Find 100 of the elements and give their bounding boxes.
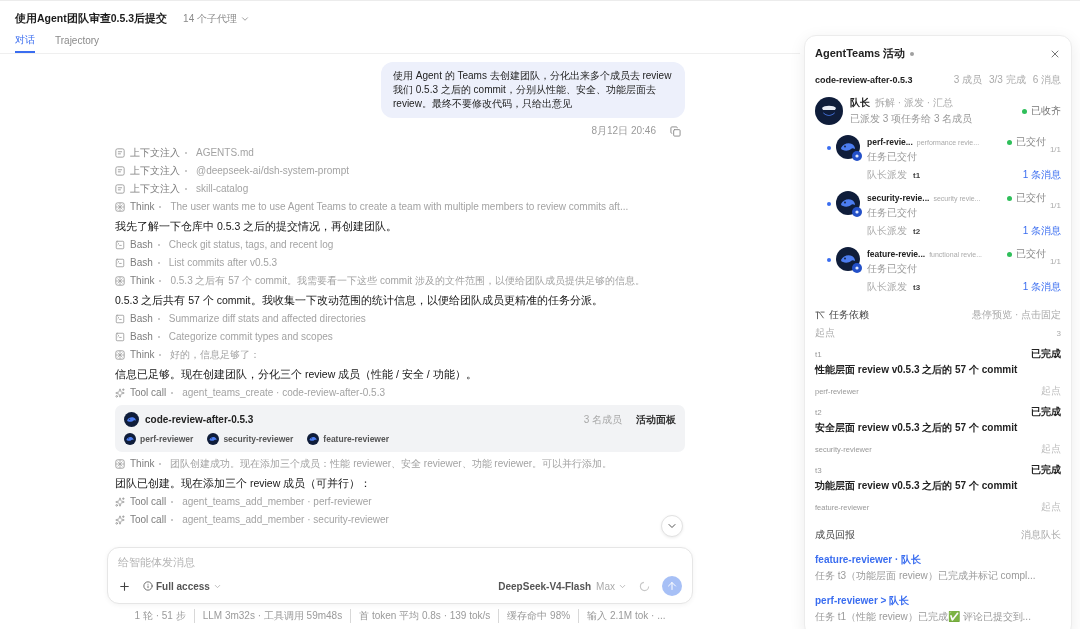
task-id: t2	[815, 407, 822, 417]
task-id: t2	[913, 226, 921, 236]
leader-summary: 已派发 3 项任务给 3 名成员	[850, 112, 974, 126]
avatar-icon	[836, 135, 862, 161]
team-stat: 3/3 完成	[988, 73, 1026, 87]
messages-link[interactable]: 1 条消息	[1022, 280, 1061, 294]
model-dropdown[interactable]: DeepSeek-V4-Flash Max	[498, 580, 627, 592]
step-label: Bash	[130, 256, 164, 269]
leader-role: 拆解 · 派发 · 汇总	[875, 96, 953, 110]
crossed-square-icon	[115, 201, 125, 212]
member-note: 任务已交付	[867, 262, 918, 276]
assigned-by: 队长派发	[867, 224, 907, 238]
status-dot-icon	[1006, 251, 1012, 257]
step-detail: skill-catalog	[196, 182, 249, 195]
status-dot-icon	[1006, 139, 1012, 145]
arrow-up-icon	[666, 580, 678, 592]
member-name: perf-reviewer	[140, 434, 194, 444]
avatar-icon	[836, 191, 862, 217]
avatar-icon	[836, 247, 862, 273]
avatar-icon	[124, 412, 139, 427]
progress-count: 1/1	[1049, 145, 1061, 154]
roots-count: 3	[1056, 328, 1061, 338]
terminal-icon	[115, 331, 125, 342]
messages-link[interactable]: 1 条消息	[1022, 168, 1061, 182]
task-status: 已完成	[1031, 347, 1061, 361]
assigned-by: 队长派发	[867, 280, 907, 294]
status-text: 已交付	[1015, 247, 1046, 261]
crossed-square-icon	[115, 275, 125, 286]
report-text: 任务 t1（性能 review）已完成✅ 评论已提交到...	[815, 610, 1032, 624]
branch-icon	[815, 310, 825, 320]
send-button[interactable]	[662, 576, 682, 596]
avatar-icon	[815, 97, 843, 125]
activity-panel-button[interactable]: 活动面板	[636, 412, 676, 427]
step-detail: 好的，信息足够了：	[170, 348, 261, 361]
step-label: Tool call	[130, 495, 178, 508]
step-label: 上下文注入	[130, 146, 191, 159]
step-label: 上下文注入	[130, 182, 191, 195]
step-detail: AGENTS.md	[196, 146, 254, 159]
roots-label: 起点	[815, 326, 835, 340]
member-note: 任务已交付	[867, 150, 918, 164]
team-name: code-review-after-0.5.3	[145, 414, 254, 425]
sparkle-icon	[115, 496, 125, 507]
access-dropdown[interactable]: Full access	[143, 580, 222, 592]
message-leader-button[interactable]: 消息队长	[1021, 528, 1061, 542]
task-id: t3	[913, 282, 921, 292]
report-route-link[interactable]: perf-reviewer > 队长	[815, 594, 910, 608]
step-label: Think	[130, 348, 166, 361]
crossed-square-icon	[115, 458, 125, 469]
member-name: perf-revie...	[867, 137, 913, 147]
section-title: 任务依赖	[829, 308, 869, 322]
step-detail: 团队创建成功。现在添加三个成员：性能 reviewer、安全 reviewer、功能 reviewer。可以并行添加。	[170, 457, 613, 470]
step-label: Bash	[130, 312, 164, 325]
message-input[interactable]: 给智能体发消息	[118, 556, 682, 568]
message-text: 团队已创建。现在添加三个 review 成员（可并行）：	[115, 476, 373, 490]
stat-text: 缓存命中 98%	[498, 609, 579, 623]
member-name: feature-reviewer	[323, 434, 389, 444]
report-route-link[interactable]: feature-reviewer · 队长	[815, 553, 922, 567]
add-button[interactable]	[118, 579, 131, 593]
report-text: 任务 t3（功能层面 review）已完成并标记 compl...	[815, 569, 1037, 583]
copy-icon[interactable]	[670, 125, 681, 137]
document-icon	[115, 147, 125, 158]
scroll-down-button[interactable]	[661, 515, 683, 537]
section-hint: 悬停预览 · 点击固定	[972, 308, 1061, 322]
message-text: 信息已足够。现在创建团队，分化三个 review 成员（性能 / 安全 / 功能）。	[115, 367, 478, 381]
tab[interactable]: Trajectory	[55, 31, 100, 53]
avatar-icon	[307, 433, 320, 445]
chevron-down-icon	[240, 14, 250, 24]
messages-link[interactable]: 1 条消息	[1022, 224, 1061, 238]
avatar-icon	[207, 433, 220, 445]
task-id: t1	[815, 349, 822, 359]
status-text: 已交付	[1015, 135, 1046, 149]
step-label: Think	[130, 274, 166, 287]
message-time: 8月12日 20:46	[591, 124, 656, 138]
task-title: 性能层面 review v0.5.3 之后的 57 个 commit	[815, 363, 1019, 377]
task-title: 功能层面 review v0.5.3 之后的 57 个 commit	[815, 479, 1019, 493]
subagents-button[interactable]: 14 个子代理	[183, 12, 250, 26]
status-text: 已收齐	[1031, 104, 1061, 118]
step-label: 上下文注入	[130, 164, 191, 177]
document-icon	[115, 183, 125, 194]
status-text: 已交付	[1015, 191, 1046, 205]
step-detail: agent_teams_add_member · perf-reviewer	[182, 495, 372, 508]
assigned-by: 队长派发	[867, 168, 907, 182]
status-dot-icon	[1006, 195, 1012, 201]
task-id: t3	[815, 465, 822, 475]
section-title: 成员回报	[815, 528, 855, 542]
team-name: code-review-after-0.5.3	[815, 75, 914, 85]
conversation-title: 使用Agent团队审查0.5.3后提交	[15, 12, 168, 26]
step-label: Tool call	[130, 386, 178, 399]
tab[interactable]: 对话	[15, 31, 35, 53]
message-text: 0.5.3 之后共有 57 个 commit。我收集一下改动范围的统计信息，以便给团队成员更精准的任务分派。	[115, 293, 604, 307]
step-label: Think	[130, 457, 166, 470]
status-dot-icon	[910, 51, 915, 56]
info-icon	[143, 581, 153, 591]
leader-name: 队长	[850, 96, 870, 110]
progress-count: 1/1	[1049, 201, 1061, 210]
terminal-icon	[115, 239, 125, 250]
task-id: t1	[913, 170, 921, 180]
document-icon	[115, 165, 125, 176]
step-detail: List commits after v0.5.3	[168, 256, 278, 269]
member-note: 任务已交付	[867, 206, 918, 220]
